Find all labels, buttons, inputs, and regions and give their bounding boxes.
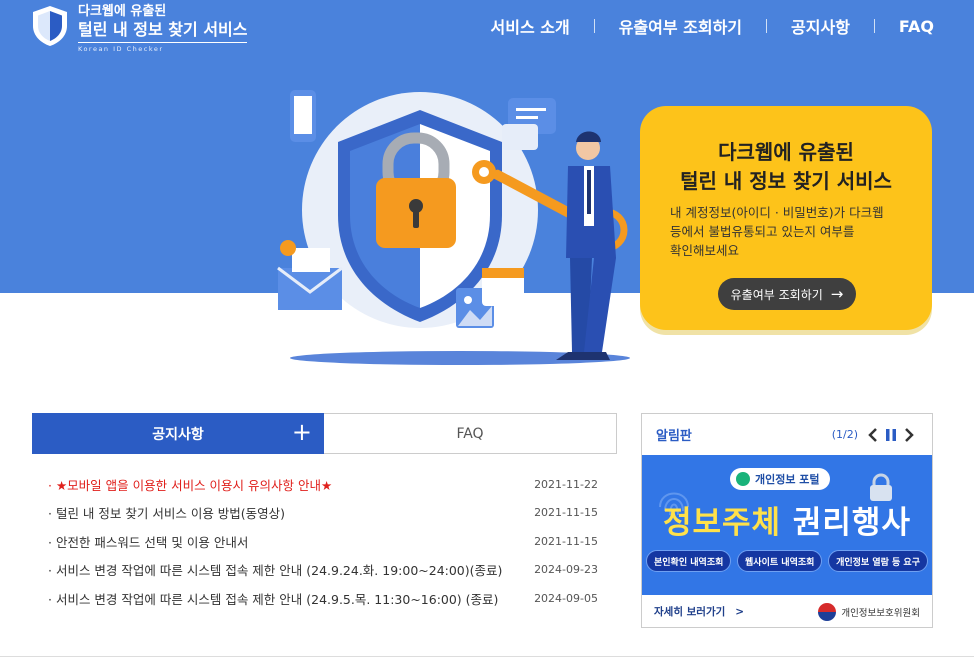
chevron-left-icon (868, 427, 877, 442)
nav-leak-check[interactable]: 유출여부 조회하기 (619, 14, 742, 38)
notice-date: 2021-11-15 (534, 506, 598, 520)
banner-pills: 본인확인 내역조회 웹사이트 내역조회 개인정보 열람 등 요구 (646, 550, 928, 572)
pill-website-history[interactable]: 웹사이트 내역조회 (737, 550, 823, 572)
hero-card: 다크웹에 유출된 털린 내 정보 찾기 서비스 내 계정정보(아이디 · 비밀번… (640, 106, 932, 330)
chevron-right-icon: > (735, 606, 745, 618)
alert-board-title: 알림판 (656, 429, 692, 444)
tab-faq-label: FAQ (456, 425, 484, 442)
logo-title-main: 털린 내 정보 찾기 서비스 (78, 20, 248, 43)
banner-headline-b: 권리행사 (792, 505, 911, 541)
leak-check-button-label: 유출여부 조회하기 (730, 287, 823, 302)
next-button[interactable] (900, 426, 918, 444)
notice-date: 2024-09-23 (534, 563, 598, 577)
agency-logo: 개인정보보호위원회 (818, 602, 920, 621)
prev-button[interactable] (864, 426, 882, 444)
government-emblem-icon (818, 602, 837, 621)
hero-desc-line1: 내 계정정보(아이디 · 비밀번호)가 다크웹 (670, 205, 884, 220)
logo-subtitle: Korean ID Checker (78, 45, 164, 53)
alert-board: 알림판 (1/2) 개인정보 포털 정보주체 권리행사 본인확인 내역조회 웹사… (641, 413, 933, 628)
arrow-right-icon: → (830, 285, 844, 303)
slider-controls: (1/2) (832, 426, 918, 444)
footer-divider (0, 656, 974, 657)
list-item[interactable]: · ★모바일 앱을 이용한 서비스 이용시 유의사항 안내★ 2021-11-2… (48, 470, 598, 499)
slide-counter: (1/2) (831, 428, 858, 441)
security-illustration (277, 90, 630, 365)
privacy-rights-banner[interactable]: 개인정보 포털 정보주체 권리행사 본인확인 내역조회 웹사이트 내역조회 개인… (642, 455, 932, 595)
notice-title: · 서비스 변경 작업에 따른 시스템 접속 제한 안내 (24.9.24.화.… (48, 563, 503, 579)
leak-check-button[interactable]: 유출여부 조회하기 → (718, 278, 856, 310)
list-item[interactable]: · 서비스 변경 작업에 따른 시스템 접속 제한 안내 (24.9.24.화.… (48, 556, 598, 585)
nav-faq[interactable]: FAQ (899, 17, 934, 36)
nav-divider (766, 19, 768, 33)
nav-divider (873, 19, 875, 33)
alert-board-footer: 자세히 보러가기 > 개인정보보호위원회 (642, 595, 932, 628)
pause-button[interactable] (882, 426, 900, 444)
nav-service-intro[interactable]: 서비스 소개 (491, 14, 570, 38)
notice-date: 2024-09-05 (534, 591, 598, 605)
hero-desc-line2: 등에서 불법유통되고 있는지 여부를 (670, 224, 855, 239)
list-item[interactable]: · 안전한 패스워드 선택 및 이용 안내서 2021-11-15 (48, 527, 598, 556)
notice-list: · ★모바일 앱을 이용한 서비스 이용시 유의사항 안내★ 2021-11-2… (48, 470, 598, 613)
hero-title-line1: 다크웹에 유출된 (718, 140, 854, 164)
pause-icon (886, 428, 896, 441)
logo-title-top: 다크웹에 유출된 (78, 4, 167, 19)
chevron-right-icon (905, 427, 914, 442)
agency-name: 개인정보보호위원회 (841, 607, 920, 619)
tab-notice[interactable]: 공지사항 + (32, 413, 324, 454)
shield-logo-icon (33, 6, 67, 46)
list-item[interactable]: · 서비스 변경 작업에 따른 시스템 접속 제한 안내 (24.9.5.목. … (48, 584, 598, 613)
tab-faq[interactable]: FAQ (324, 413, 617, 454)
nav-divider (593, 19, 595, 33)
banner-headline-a: 정보주체 (663, 505, 782, 541)
hero-title: 다크웹에 유출된 털린 내 정보 찾기 서비스 (640, 138, 932, 196)
hero-description: 내 계정정보(아이디 · 비밀번호)가 다크웹 등에서 불법유통되고 있는지 여… (670, 203, 912, 260)
portal-logo-icon (736, 472, 750, 486)
notice-date: 2021-11-15 (534, 534, 598, 548)
see-more-label: 자세히 보러가기 (654, 606, 726, 618)
site-logo[interactable]: 다크웹에 유출된 털린 내 정보 찾기 서비스 Korean ID Checke… (30, 4, 248, 53)
hero-desc-line3: 확인해보세요 (670, 243, 740, 258)
hero-title-line2: 털린 내 정보 찾기 서비스 (680, 169, 892, 193)
see-more-link[interactable]: 자세히 보러가기 > (654, 604, 744, 619)
nav-notice[interactable]: 공지사항 (791, 14, 850, 38)
notice-title: · ★모바일 앱을 이용한 서비스 이용시 유의사항 안내★ (48, 477, 333, 493)
privacy-portal-badge: 개인정보 포털 (730, 468, 830, 490)
pill-privacy-access[interactable]: 개인정보 열람 등 요구 (828, 550, 928, 572)
pill-identity-history[interactable]: 본인확인 내역조회 (646, 550, 732, 572)
banner-headline: 정보주체 권리행사 (642, 497, 932, 542)
list-item[interactable]: · 털린 내 정보 찾기 서비스 이용 방법(동영상) 2021-11-15 (48, 499, 598, 528)
notice-title: · 안전한 패스워드 선택 및 이용 안내서 (48, 534, 249, 550)
tab-notice-label: 공지사항 (152, 426, 204, 443)
plus-icon[interactable]: + (292, 420, 312, 444)
alert-board-header: 알림판 (1/2) (642, 414, 932, 455)
notice-title: · 털린 내 정보 찾기 서비스 이용 방법(동영상) (48, 506, 286, 522)
notice-date: 2021-11-22 (534, 477, 598, 491)
portal-label: 개인정보 포털 (755, 473, 820, 486)
notice-title: · 서비스 변경 작업에 따른 시스템 접속 제한 안내 (24.9.5.목. … (48, 591, 499, 607)
notice-tabs: 공지사항 + FAQ (32, 413, 617, 454)
main-nav: 서비스 소개 유출여부 조회하기 공지사항 FAQ (491, 14, 934, 38)
